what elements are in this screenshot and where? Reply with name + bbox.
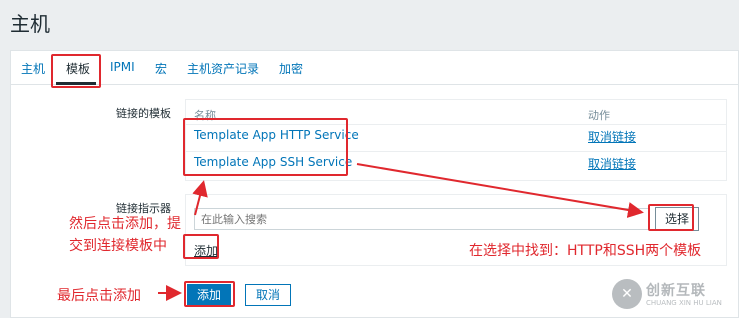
- active-tab-indicator: [56, 82, 96, 85]
- column-header-name: 名称: [194, 109, 216, 122]
- select-button[interactable]: 选择: [655, 207, 699, 231]
- page-title: 主机: [10, 12, 50, 36]
- submit-add-button[interactable]: 添加: [187, 284, 231, 306]
- watermark-title: 创新互联: [646, 283, 706, 299]
- logo-icon: ✕: [612, 279, 642, 309]
- tab-encryption[interactable]: 加密: [279, 60, 303, 77]
- unlink-button-http[interactable]: 取消链接: [588, 128, 636, 145]
- annotation-submit: 最后点击添加: [57, 288, 141, 304]
- column-header-action: 动作: [588, 109, 610, 122]
- tab-host[interactable]: 主机: [21, 60, 45, 77]
- header-divider: [186, 124, 726, 125]
- linked-templates-table: 名称 动作 Template App HTTP Service 取消链接 Tem…: [185, 99, 727, 181]
- row-divider: [186, 151, 726, 152]
- template-search-input[interactable]: [194, 208, 649, 230]
- tab-inventory[interactable]: 主机资产记录: [187, 60, 259, 77]
- add-template-link[interactable]: 添加: [194, 242, 218, 259]
- watermark-subtitle: CHUANG XIN HU LIAN: [646, 299, 722, 307]
- annotation-add-line1: 然后点击添加，提: [69, 216, 181, 232]
- tab-bar: 主机 模板 IPMI 宏 主机资产记录 加密: [11, 51, 738, 85]
- annotation-select: 在选择中找到：HTTP和SSH两个模板: [469, 243, 702, 259]
- tab-macros[interactable]: 宏: [155, 60, 167, 77]
- cancel-button[interactable]: 取消: [245, 284, 291, 306]
- template-link-http[interactable]: Template App HTTP Service: [194, 128, 359, 142]
- linked-templates-label: 链接的模板: [116, 107, 171, 120]
- template-link-ssh[interactable]: Template App SSH Service: [194, 155, 352, 169]
- tab-templates[interactable]: 模板: [66, 60, 90, 77]
- tab-ipmi[interactable]: IPMI: [110, 60, 135, 74]
- watermark-logo: ✕ 创新互联 CHUANG XIN HU LIAN: [612, 277, 739, 313]
- annotation-add-line2: 交到连接模板中: [69, 238, 167, 254]
- unlink-button-ssh[interactable]: 取消链接: [588, 155, 636, 172]
